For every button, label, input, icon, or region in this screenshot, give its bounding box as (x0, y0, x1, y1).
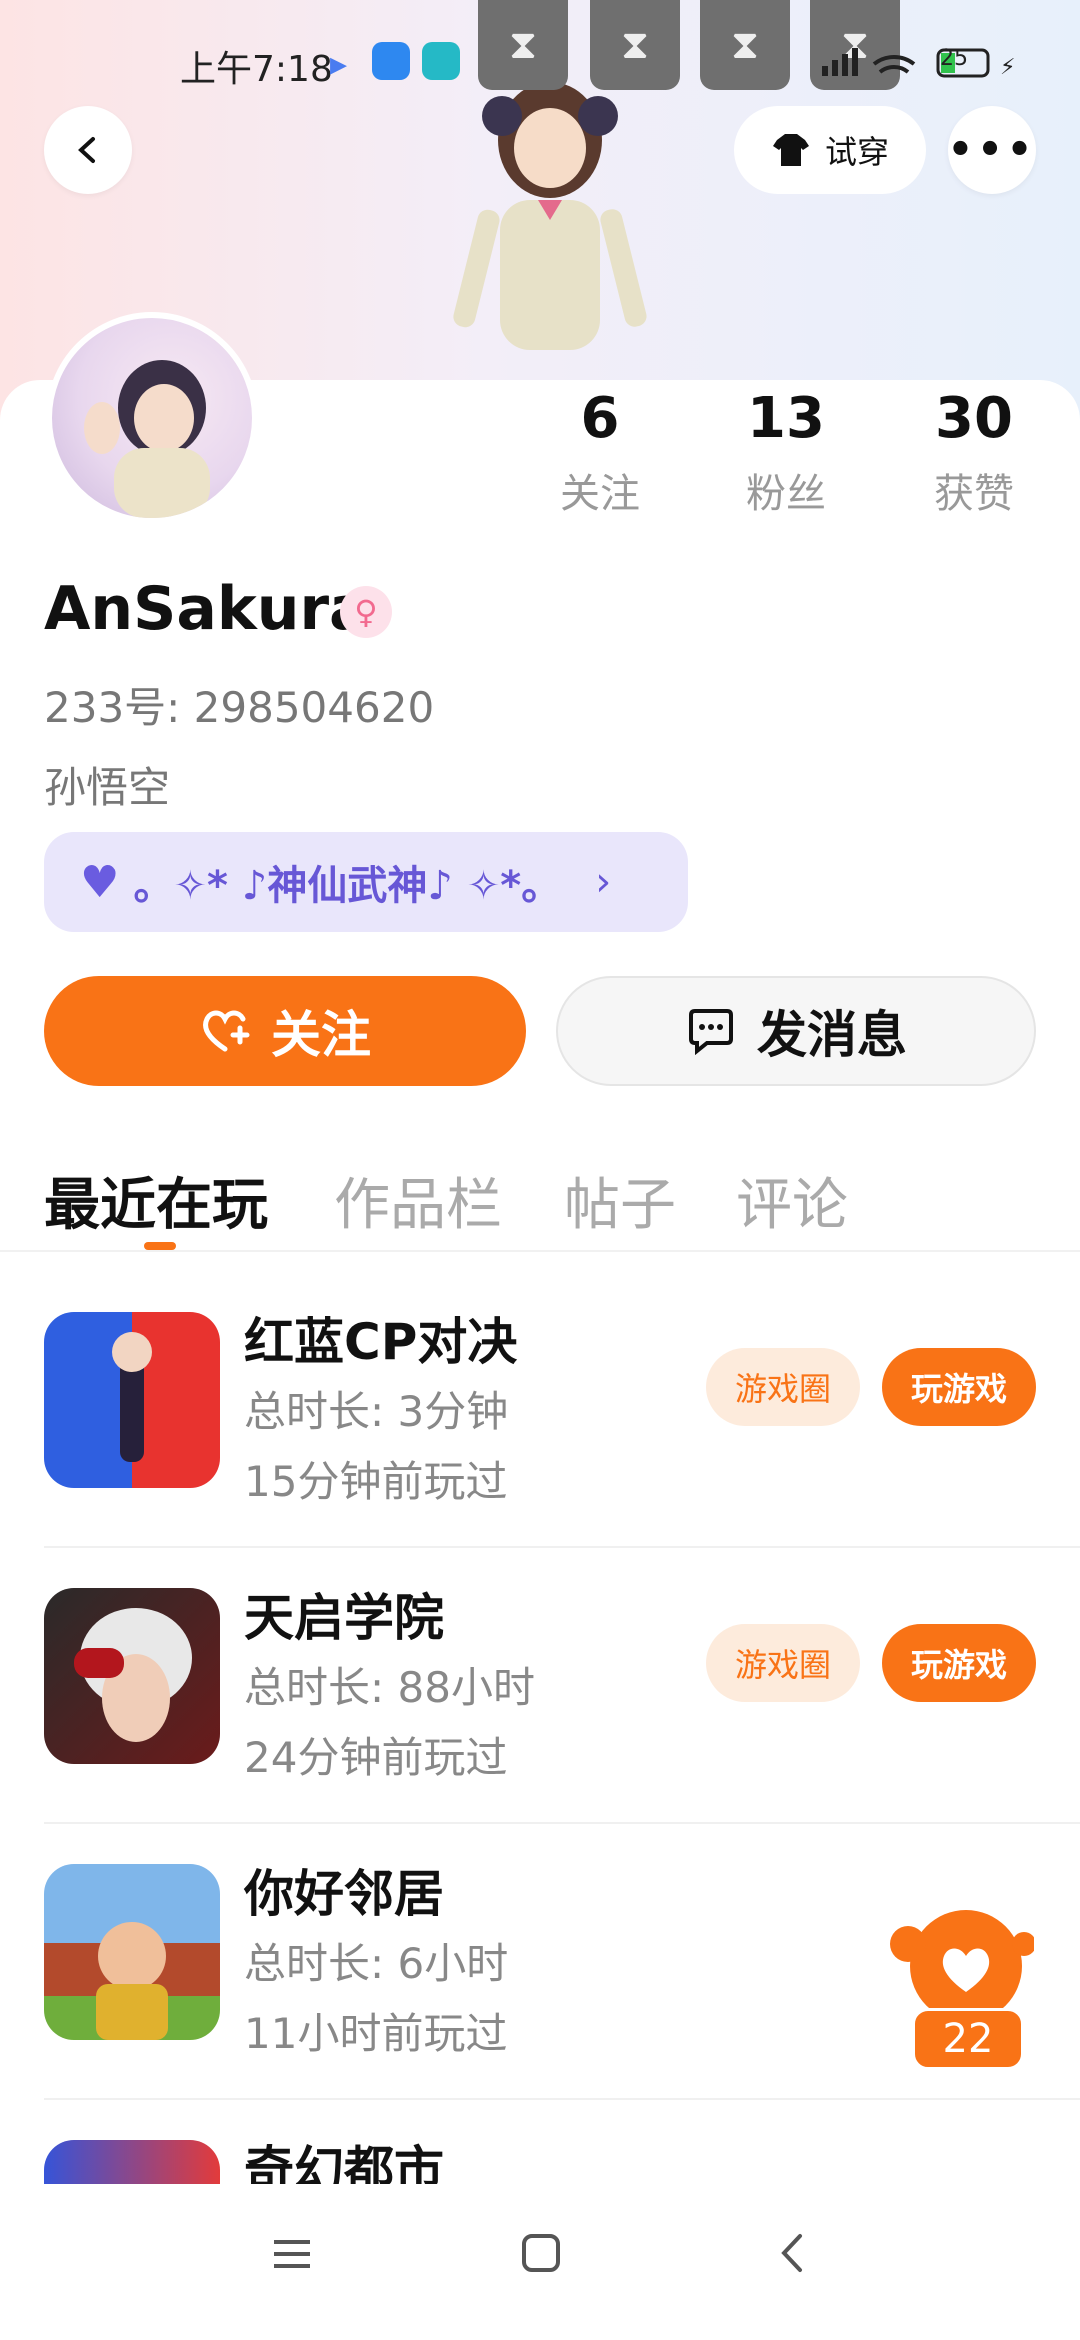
app-notification-icon (372, 42, 410, 80)
menu-icon[interactable] (272, 2234, 312, 2274)
game-title: 你好邻居 (244, 1865, 444, 1923)
message-button[interactable]: 发消息 (556, 976, 1036, 1086)
message-label: 发消息 (757, 1006, 907, 1064)
game-duration: 总时长: 88小时 (244, 1663, 535, 1712)
profile-uid: 233号: 298504620 (44, 683, 435, 732)
more-options-button[interactable]: ••• (948, 106, 1036, 194)
try-on-label: 试穿 (824, 133, 889, 171)
tab-works[interactable]: 作品栏 (334, 1160, 502, 1241)
avatar-character (84, 360, 210, 518)
like-count: 22 (912, 2008, 1024, 2070)
profile-signature: 孙悟空 (44, 763, 171, 812)
play-store-icon: ▸ (330, 44, 348, 84)
svg-text:⚡: ⚡ (1000, 55, 1015, 80)
stat-likes[interactable]: 30 获赞 (904, 386, 1044, 519)
character-model (453, 82, 647, 350)
female-gender-icon: ♀ (340, 586, 392, 638)
home-icon[interactable] (520, 2232, 562, 2274)
play-game-button[interactable]: 玩游戏 (882, 1348, 1036, 1426)
heart-bubble-icon (890, 1910, 1034, 2022)
battery-level: 25 (940, 46, 968, 71)
back-nav-icon[interactable] (776, 2232, 808, 2274)
active-tab-indicator (144, 1242, 176, 1250)
camel-app-icon (422, 42, 460, 80)
follow-button[interactable]: 关注 (44, 976, 526, 1086)
status-time: 上午7:18 (180, 49, 333, 90)
stat-followers-count: 13 (747, 386, 825, 451)
back-button[interactable] (44, 106, 132, 194)
profile-name: AnSakura (44, 574, 370, 644)
list-item[interactable]: 红蓝CP对决 总时长: 3分钟 15分钟前玩过 游戏圈 玩游戏 (44, 1272, 1080, 1548)
status-indicators: ⚡ (822, 48, 1015, 80)
game-duration: 总时长: 6小时 (244, 1939, 509, 1988)
floating-window-tile[interactable]: ⧗ (590, 0, 680, 90)
chat-bubble-icon (689, 1009, 733, 1055)
back-arrow-icon (78, 137, 95, 163)
system-nav-bar (0, 2184, 1080, 2340)
play-game-button[interactable]: 玩游戏 (882, 1624, 1036, 1702)
more-dots-icon: ••• (947, 127, 1037, 173)
game-icon (44, 1864, 220, 2040)
game-icon (44, 1588, 220, 1764)
game-title: 红蓝CP对决 (244, 1313, 518, 1371)
chevron-right-icon: › (595, 859, 612, 905)
game-last-played: 11小时前玩过 (244, 2009, 508, 2058)
stat-likes-count: 30 (935, 386, 1013, 451)
floating-window-tile[interactable]: ⧗ (700, 0, 790, 90)
heart-icon: ♥ (80, 856, 120, 908)
game-duration: 总时长: 3分钟 (244, 1387, 509, 1436)
game-circle-button[interactable]: 游戏圈 (706, 1348, 860, 1426)
heart-plus-icon (203, 1010, 250, 1052)
tab-posts[interactable]: 帖子 (564, 1160, 676, 1241)
stat-following[interactable]: 6 关注 (530, 386, 670, 519)
list-item[interactable]: 奇幻都市 (44, 2100, 1080, 2184)
avatar[interactable] (46, 312, 258, 524)
stat-followers-label: 粉丝 (746, 471, 826, 517)
list-item[interactable]: 天启学院 总时长: 88小时 24分钟前玩过 游戏圈 玩游戏 (44, 1548, 1080, 1824)
follow-label: 关注 (271, 1006, 371, 1064)
game-title: 天启学院 (244, 1589, 444, 1647)
like-floating-button[interactable]: 22 (884, 1904, 1034, 2074)
try-on-button[interactable]: 试穿 (734, 106, 926, 194)
stat-likes-label: 获赞 (934, 471, 1014, 517)
stat-following-label: 关注 (560, 471, 640, 517)
floating-window-tile[interactable]: ⧗ (478, 0, 568, 90)
game-title: 奇幻都市 (244, 2141, 444, 2184)
game-icon (44, 1312, 220, 1488)
tab-comments[interactable]: 评论 (736, 1160, 848, 1241)
stat-followers[interactable]: 13 粉丝 (716, 386, 856, 519)
tabs-divider (0, 1250, 1080, 1252)
tshirt-icon (772, 134, 809, 166)
status-badge[interactable]: ♥ 。✧* ♪神仙武神♪ ✧*。 › (44, 832, 688, 932)
game-circle-button[interactable]: 游戏圈 (706, 1624, 860, 1702)
status-badge-text: 。✧* ♪神仙武神♪ ✧*。 (133, 863, 562, 909)
tab-recent-play[interactable]: 最近在玩 (44, 1160, 268, 1241)
game-icon (44, 2140, 220, 2184)
game-last-played: 15分钟前玩过 (244, 1457, 508, 1506)
game-last-played: 24分钟前玩过 (244, 1733, 508, 1782)
stat-following-count: 6 (580, 386, 620, 451)
